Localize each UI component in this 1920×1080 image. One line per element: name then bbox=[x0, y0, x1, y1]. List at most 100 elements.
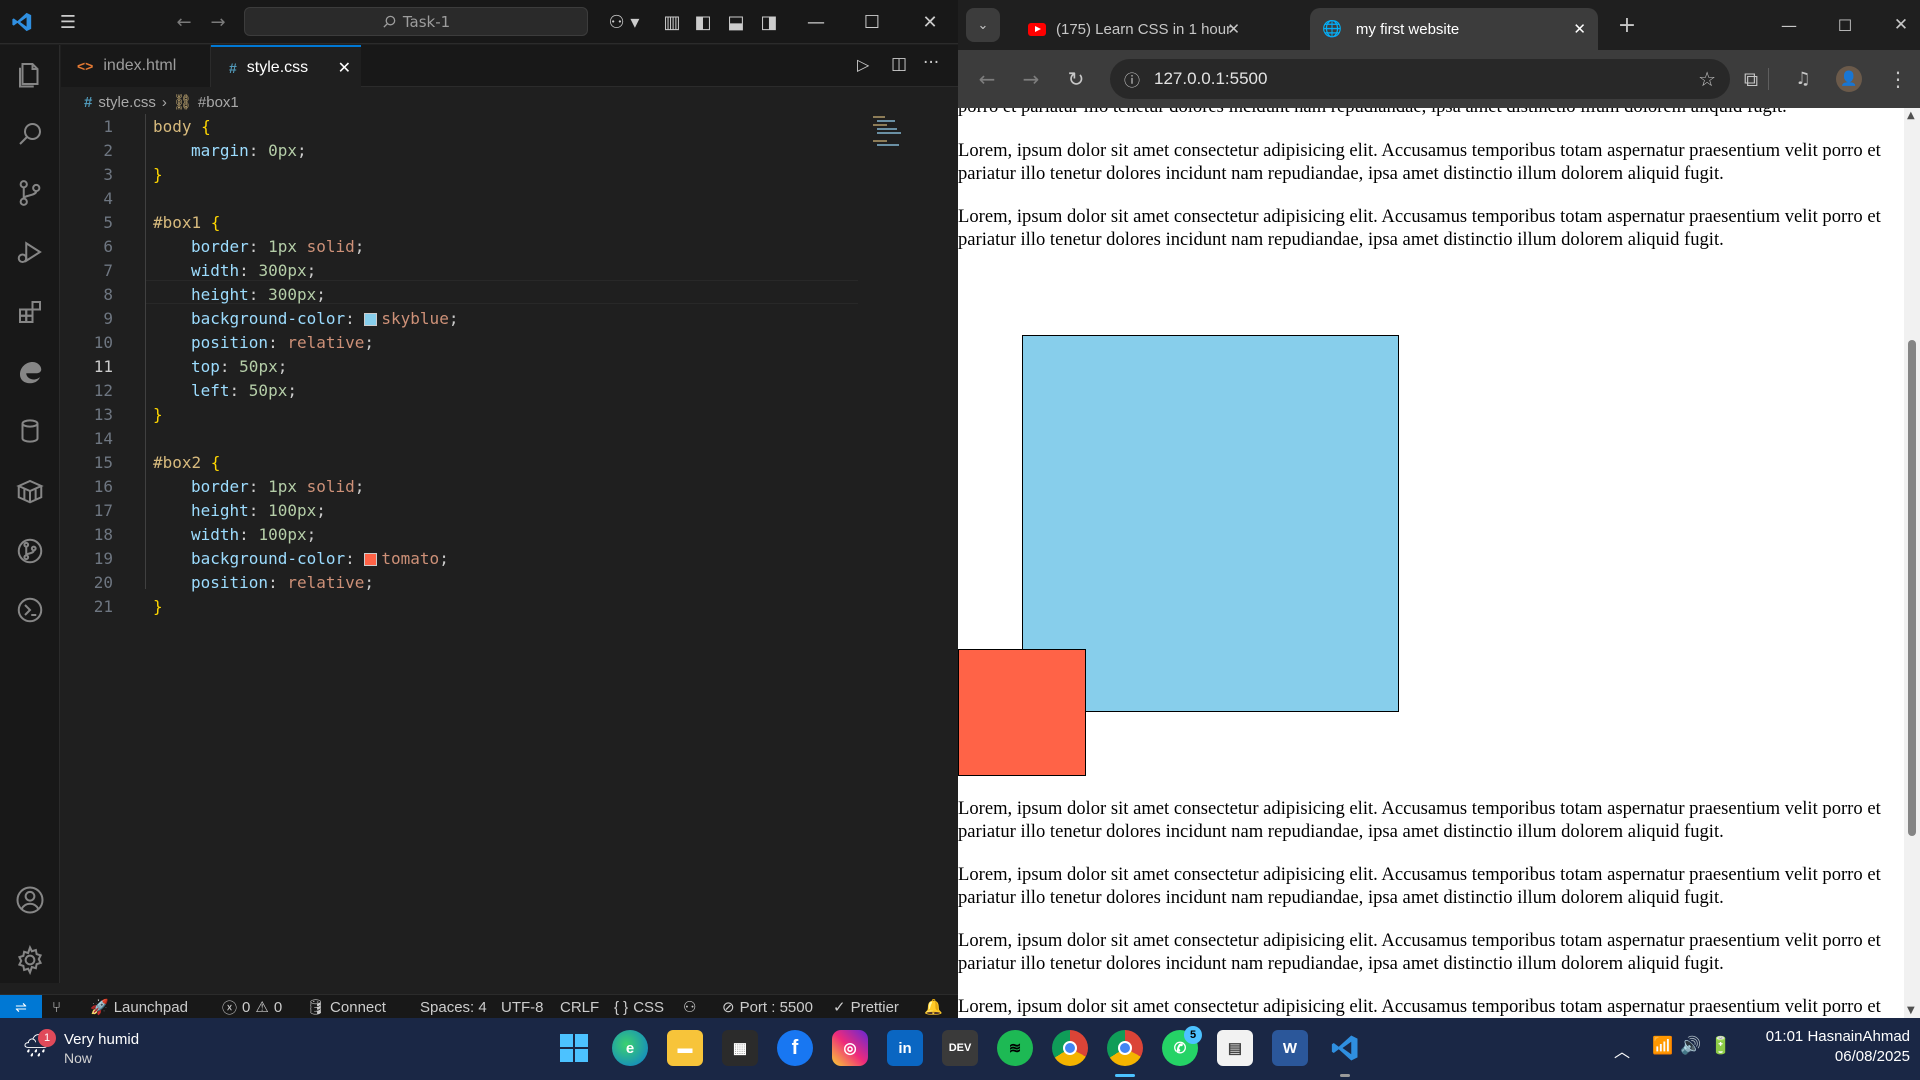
color-swatch-skyblue[interactable] bbox=[364, 312, 378, 326]
tab-style-css[interactable]: # style.css ✕ bbox=[211, 45, 361, 88]
remote-explorer-icon[interactable] bbox=[13, 593, 47, 627]
scroll-up-arrow-icon[interactable]: ▲ bbox=[1907, 110, 1915, 121]
line-number: 18 bbox=[93, 524, 113, 544]
vscode-taskbar-icon[interactable] bbox=[1327, 1030, 1363, 1066]
scroll-down-arrow-icon[interactable]: ▼ bbox=[1907, 1005, 1915, 1016]
run-debug-icon[interactable] bbox=[13, 235, 47, 269]
toggle-secondary-sidebar-icon[interactable]: ◨ bbox=[757, 10, 781, 34]
customize-layout-icon[interactable]: ▥ bbox=[660, 10, 684, 34]
weather-widget[interactable]: 🌧 1 Very humid Now bbox=[22, 1028, 139, 1070]
toggle-panel-icon[interactable]: ⬓ bbox=[724, 10, 748, 34]
toggle-sidebar-icon[interactable]: ◧ bbox=[691, 10, 715, 34]
extensions-puzzle-icon[interactable]: ⧉ bbox=[1738, 66, 1764, 92]
breadcrumb-symbol[interactable]: #box1 bbox=[198, 94, 239, 111]
spotify-icon[interactable]: ≋ bbox=[997, 1030, 1033, 1066]
back-arrow-icon[interactable]: ← bbox=[974, 66, 1000, 92]
profile-avatar[interactable]: 👤 bbox=[1836, 66, 1862, 92]
notepad-icon[interactable]: ▤ bbox=[1217, 1030, 1253, 1066]
close-tab-icon[interactable]: ✕ bbox=[1573, 20, 1586, 38]
scrollbar-thumb[interactable] bbox=[1908, 340, 1916, 836]
show-hidden-icons-chevron-icon[interactable]: ︿ bbox=[1614, 1038, 1630, 1062]
bookmark-star-icon[interactable]: ☆ bbox=[1698, 67, 1716, 92]
close-tab-icon[interactable]: ✕ bbox=[1227, 20, 1240, 38]
tab-youtube[interactable]: (175) Learn CSS in 1 hour 🎨 - ✕ bbox=[1016, 8, 1252, 50]
container-icon[interactable] bbox=[13, 474, 47, 508]
linkedin-icon[interactable]: in bbox=[887, 1030, 923, 1066]
search-icon bbox=[383, 15, 396, 28]
remote-indicator-icon[interactable]: ⇌ bbox=[0, 995, 42, 1019]
instagram-icon[interactable]: ◎ bbox=[832, 1030, 868, 1066]
maximize-icon[interactable]: ☐ bbox=[1832, 12, 1858, 38]
maximize-icon[interactable]: ☐ bbox=[860, 10, 884, 34]
explorer-icon[interactable] bbox=[13, 57, 47, 91]
volume-icon[interactable]: 🔊 bbox=[1680, 1036, 1701, 1056]
copilot-status-icon[interactable]: ⚇ bbox=[683, 995, 696, 1019]
command-center-search[interactable]: Task-1 bbox=[244, 7, 588, 36]
word-icon[interactable]: W bbox=[1272, 1030, 1308, 1066]
edge-browser-icon[interactable]: e bbox=[612, 1030, 648, 1066]
eol-button[interactable]: CRLF bbox=[560, 995, 599, 1019]
prettier-button[interactable]: ✓ Prettier bbox=[833, 995, 899, 1019]
microsoft-store-icon[interactable]: ▦ bbox=[722, 1030, 758, 1066]
tab-search-icon[interactable]: ⌄ bbox=[966, 8, 1000, 42]
wifi-icon[interactable]: 📶 bbox=[1652, 1036, 1673, 1056]
tab-my-first-website[interactable]: 🌐 my first website ✕ bbox=[1310, 8, 1598, 50]
live-server-port-button[interactable]: ⊘ Port : 5500 bbox=[722, 995, 813, 1019]
connect-button[interactable]: 🛢 Connect bbox=[306, 995, 386, 1019]
chrome-profile-icon[interactable] bbox=[1107, 1030, 1143, 1066]
code-editor[interactable]: 1 body { 2 margin: 0px; 3} 4 5 #box1 { 6 bor… bbox=[61, 114, 958, 984]
git-branch-icon[interactable]: ⑂ bbox=[52, 995, 61, 1019]
token: body bbox=[153, 116, 192, 136]
new-tab-icon[interactable]: + bbox=[1614, 12, 1640, 38]
back-arrow-icon[interactable]: ← bbox=[172, 10, 196, 34]
forward-arrow-icon[interactable]: → bbox=[206, 10, 230, 34]
edge-devtools-icon[interactable] bbox=[13, 355, 47, 389]
battery-icon[interactable]: 🔋 bbox=[1710, 1036, 1731, 1056]
extensions-icon[interactable] bbox=[13, 295, 47, 329]
media-control-icon[interactable]: ♫ bbox=[1790, 66, 1816, 92]
notifications-bell-icon[interactable]: 🔔 bbox=[924, 995, 943, 1019]
launchpad-button[interactable]: 🚀 Launchpad bbox=[90, 995, 188, 1019]
settings-gear-icon[interactable] bbox=[13, 943, 47, 977]
breadcrumb-file[interactable]: style.css bbox=[98, 94, 156, 111]
search-icon[interactable] bbox=[13, 117, 47, 151]
facebook-icon[interactable]: f bbox=[777, 1030, 813, 1066]
minimize-icon[interactable]: — bbox=[1776, 12, 1802, 38]
warning-count: 0 bbox=[273, 998, 283, 1016]
accounts-icon[interactable] bbox=[13, 883, 47, 917]
split-editor-icon[interactable]: ◫ bbox=[891, 54, 907, 74]
source-control-icon[interactable] bbox=[13, 176, 47, 210]
run-code-icon[interactable]: ▷ bbox=[857, 55, 869, 74]
clock[interactable]: 01:01 HasnainAhmad 06/08/2025 bbox=[1748, 1027, 1910, 1067]
color-swatch-tomato[interactable] bbox=[364, 552, 378, 566]
more-actions-icon[interactable]: ··· bbox=[923, 53, 939, 73]
git-graph-icon[interactable] bbox=[13, 534, 47, 568]
encoding-button[interactable]: UTF-8 bbox=[501, 995, 544, 1019]
whatsapp-icon[interactable]: ✆ 5 bbox=[1162, 1026, 1202, 1066]
page-scrollbar[interactable]: ▲ ▼ bbox=[1904, 108, 1920, 1018]
tab-index-html[interactable]: <> index.html bbox=[61, 45, 211, 87]
minimize-icon[interactable]: — bbox=[804, 10, 828, 34]
line-number: 21 bbox=[93, 596, 113, 616]
site-info-icon[interactable]: ⓘ bbox=[1124, 67, 1140, 91]
windows-start-icon[interactable] bbox=[556, 1030, 592, 1066]
problems-button[interactable]: ⓧ 0 ⚠ 0 bbox=[222, 995, 282, 1019]
code-text: left: 50px; bbox=[191, 380, 297, 400]
close-tab-icon[interactable]: ✕ bbox=[338, 58, 351, 78]
close-icon[interactable]: ✕ bbox=[918, 10, 942, 34]
close-window-icon[interactable]: ✕ bbox=[1888, 12, 1914, 38]
menu-icon[interactable]: ☰ bbox=[56, 10, 80, 34]
dev-community-icon[interactable]: DEV bbox=[942, 1030, 978, 1066]
copilot-icon[interactable]: ⚇ ▾ bbox=[604, 10, 644, 34]
minimap[interactable] bbox=[871, 114, 911, 154]
code-line: 5 #box1 { bbox=[61, 210, 861, 234]
forward-arrow-icon[interactable]: → bbox=[1018, 66, 1044, 92]
file-explorer-icon[interactable]: ▬ bbox=[667, 1030, 703, 1066]
database-icon[interactable] bbox=[13, 414, 47, 448]
indentation-button[interactable]: Spaces: 4 bbox=[420, 995, 487, 1019]
chrome-menu-icon[interactable]: ⋮ bbox=[1888, 66, 1908, 92]
address-bar[interactable]: ⓘ 127.0.0.1:5500 ☆ bbox=[1110, 59, 1730, 99]
reload-icon[interactable]: ↻ bbox=[1063, 66, 1089, 92]
chrome-icon[interactable] bbox=[1052, 1030, 1088, 1066]
language-mode-button[interactable]: { } CSS bbox=[614, 995, 664, 1019]
